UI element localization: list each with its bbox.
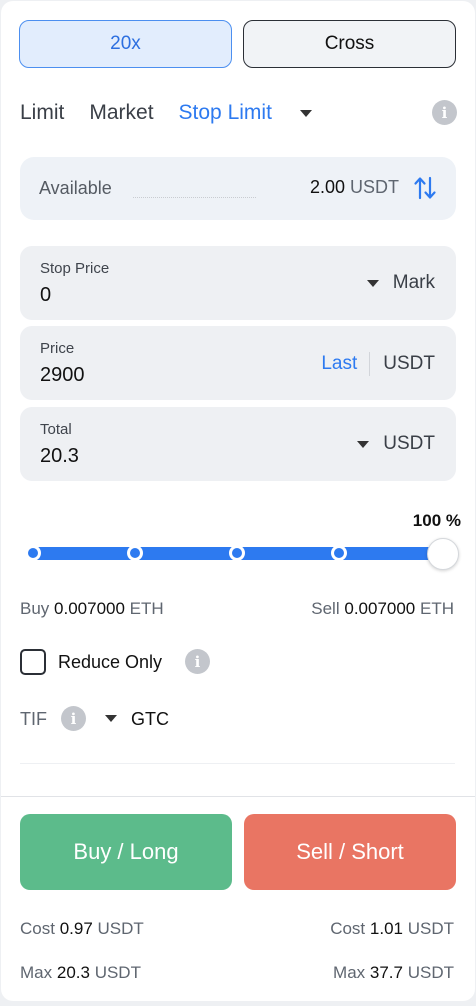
tif-select[interactable]: GTC [131,709,169,730]
buy-cost-value: 0.97 [59,919,93,938]
leverage-button[interactable]: 20x [19,20,232,68]
buy-max-unit: USDT [94,963,141,982]
price-label: Price [40,340,75,357]
buy-amount: Buy 0.007000 ETH [20,599,164,619]
sell-max: Max 37.7 USDT [333,963,454,983]
stop-price-field: Stop Price Mark [20,246,456,320]
sell-short-button[interactable]: Sell / Short [244,814,456,890]
order-panel: 20x Cross Limit Market Stop Limit i Avai… [1,1,475,1001]
slider-step-0[interactable] [25,545,41,561]
tab-limit[interactable]: Limit [20,101,64,125]
sell-cost-value: 1.01 [369,919,403,938]
total-input[interactable] [40,445,240,468]
total-unit-select[interactable]: USDT [357,433,435,455]
tab-market[interactable]: Market [89,101,153,125]
buy-cost-label: Cost [20,919,55,938]
price-field: Price Last USDT [20,326,456,400]
buy-amount-label: Buy [20,599,50,618]
info-icon[interactable]: i [61,706,86,731]
order-type-tabs: Limit Market Stop Limit i [20,96,457,130]
buy-cost-unit: USDT [97,919,144,938]
sell-amount-value: 0.007000 [344,599,416,618]
sell-amount: Sell 0.007000 ETH [311,599,454,619]
buy-max-value: 20.3 [56,963,90,982]
tif-label: TIF [20,709,47,729]
price-right: Last USDT [321,352,435,376]
caret-down-icon [366,279,379,287]
buy-amount-unit: ETH [129,599,164,618]
buy-amount-value: 0.007000 [54,599,125,618]
dotted-leader [133,197,256,198]
slider-step-50[interactable] [229,545,245,561]
price-input[interactable] [40,364,240,387]
slider-step-25[interactable] [127,545,143,561]
swap-arrows-icon[interactable] [413,175,437,201]
stop-price-input[interactable] [40,284,240,307]
available-value: 2.00 [309,177,345,197]
reduce-only-label[interactable]: Reduce Only [58,652,162,673]
info-icon[interactable]: i [185,649,210,674]
stop-trigger-select[interactable]: Mark [366,272,435,294]
available-amount: 2.00 USDT [310,177,399,198]
price-unit: USDT [383,353,435,374]
info-icon[interactable]: i [432,100,457,125]
slider-step-75[interactable] [331,545,347,561]
sell-cost: Cost 1.01 USDT [330,919,454,939]
sell-cost-unit: USDT [407,919,454,938]
divider [20,763,455,764]
total-field: Total USDT [20,407,456,481]
sell-amount-label: Sell [311,599,340,618]
total-label: Total [40,421,72,438]
buy-max: Max 20.3 USDT [20,963,141,983]
tab-stop-limit[interactable]: Stop Limit [179,101,272,125]
order-type-caret-down-icon[interactable] [299,109,312,117]
sell-amount-unit: ETH [420,599,454,618]
margin-mode-button[interactable]: Cross [243,20,456,68]
available-balance: Available 2.00 USDT [20,157,456,220]
slider-handle[interactable] [427,538,459,570]
sell-max-unit: USDT [407,963,454,982]
caret-down-icon[interactable] [105,715,117,722]
sell-max-label: Max [333,963,366,982]
buy-long-button[interactable]: Buy / Long [20,814,232,890]
total-unit: USDT [383,433,435,454]
divider [369,352,371,376]
stop-trigger-value: Mark [392,272,435,293]
slider-percent-label: 100 % [412,511,461,530]
available-label: Available [39,178,112,198]
reduce-only-checkbox[interactable] [20,649,46,675]
stop-price-label: Stop Price [40,260,110,277]
sell-cost-label: Cost [330,919,366,938]
buy-cost: Cost 0.97 USDT [20,919,144,939]
last-price-button[interactable]: Last [321,353,357,375]
buy-max-label: Max [20,963,53,982]
sell-max-value: 37.7 [369,963,403,982]
available-unit: USDT [350,177,399,197]
caret-down-icon [357,440,370,448]
divider [1,796,475,797]
